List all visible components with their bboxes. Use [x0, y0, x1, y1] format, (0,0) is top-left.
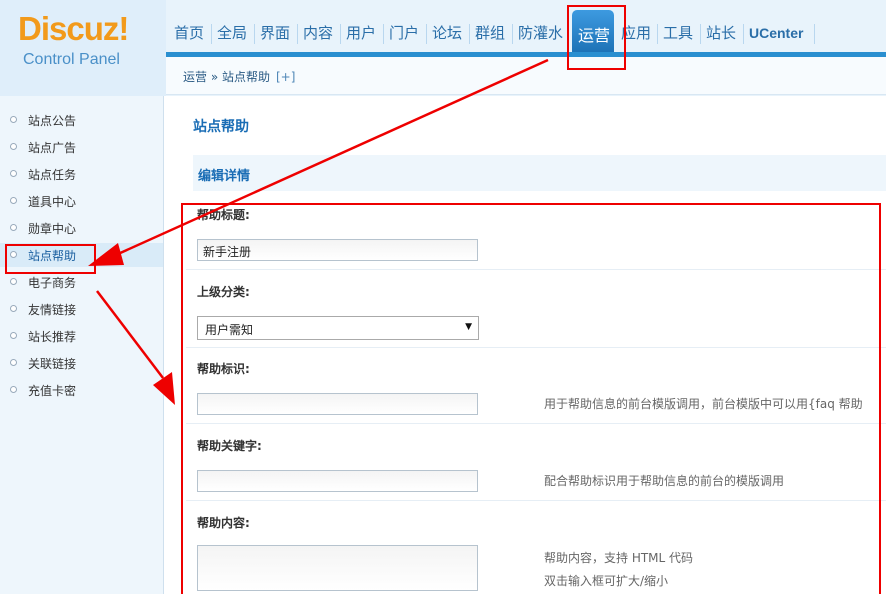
nav-separator — [383, 24, 384, 44]
nav-item-antispam[interactable]: 防灌水 — [518, 22, 563, 46]
section-title: 编辑详情 — [198, 169, 251, 184]
nav-separator — [657, 24, 658, 44]
annotation-box-form — [181, 203, 881, 594]
bullet-icon — [10, 332, 17, 339]
bullet-icon — [10, 116, 17, 123]
nav-item-global[interactable]: 全局 — [217, 22, 247, 46]
nav-separator — [512, 24, 513, 44]
bullet-icon — [10, 278, 17, 285]
bullet-icon — [10, 305, 17, 312]
sidebar-item-announcements[interactable]: 站点公告 — [0, 108, 163, 132]
nav-item-forum[interactable]: 论坛 — [432, 22, 462, 46]
nav-item-tools[interactable]: 工具 — [663, 22, 693, 46]
page-title: 站点帮助 — [193, 119, 249, 135]
sidebar-item-props[interactable]: 道具中心 — [0, 189, 163, 213]
nav-item-interface[interactable]: 界面 — [260, 22, 290, 46]
bullet-icon — [10, 224, 17, 231]
breadcrumb-path[interactable]: 运营 » 站点帮助 — [183, 70, 270, 84]
sidebar-item-ads[interactable]: 站点广告 — [0, 135, 163, 159]
nav-item-groups[interactable]: 群组 — [475, 22, 505, 46]
bullet-icon — [10, 386, 17, 393]
bullet-icon — [10, 197, 17, 204]
nav-item-admin[interactable]: 站长 — [706, 22, 736, 46]
bullet-icon — [10, 170, 17, 177]
nav-separator — [297, 24, 298, 44]
nav-item-ucenter[interactable]: UCenter — [749, 25, 803, 49]
nav-separator — [340, 24, 341, 44]
breadcrumb: 运营 » 站点帮助 [+] — [183, 68, 295, 85]
sidebar-item-recommend[interactable]: 站长推荐 — [0, 324, 163, 348]
nav-separator — [814, 24, 815, 44]
bullet-icon — [10, 143, 17, 150]
sidebar-item-medals[interactable]: 勋章中心 — [0, 216, 163, 240]
sidebar-item-tasks[interactable]: 站点任务 — [0, 162, 163, 186]
breadcrumb-toggle[interactable]: [+] — [276, 70, 295, 84]
annotation-box-sidebar — [5, 244, 96, 274]
sidebar-item-related-links[interactable]: 关联链接 — [0, 351, 163, 375]
annotation-box-nav — [567, 5, 626, 70]
nav-separator — [743, 24, 744, 44]
sidebar-item-cards[interactable]: 充值卡密 — [0, 378, 163, 402]
section-header: 编辑详情 — [193, 155, 886, 191]
nav-separator — [469, 24, 470, 44]
logo-area: Discuz! Control Panel — [0, 0, 166, 96]
nav-item-portal[interactable]: 门户 — [389, 22, 419, 46]
logo: Discuz! — [18, 10, 129, 47]
sidebar-item-links[interactable]: 友情链接 — [0, 297, 163, 321]
nav-separator — [426, 24, 427, 44]
nav-separator — [254, 24, 255, 44]
nav-separator — [700, 24, 701, 44]
nav-item-users[interactable]: 用户 — [346, 22, 376, 46]
nav-item-home[interactable]: 首页 — [174, 22, 204, 46]
nav-item-content[interactable]: 内容 — [303, 22, 333, 46]
logo-subtitle: Control Panel — [23, 51, 120, 68]
bullet-icon — [10, 359, 17, 366]
nav-separator — [211, 24, 212, 44]
sidebar: 站点公告 站点广告 站点任务 道具中心 勋章中心 站点帮助 电子商务 友情链接 … — [0, 96, 164, 594]
breadcrumb-bar: 运营 » 站点帮助 [+] — [166, 57, 886, 95]
